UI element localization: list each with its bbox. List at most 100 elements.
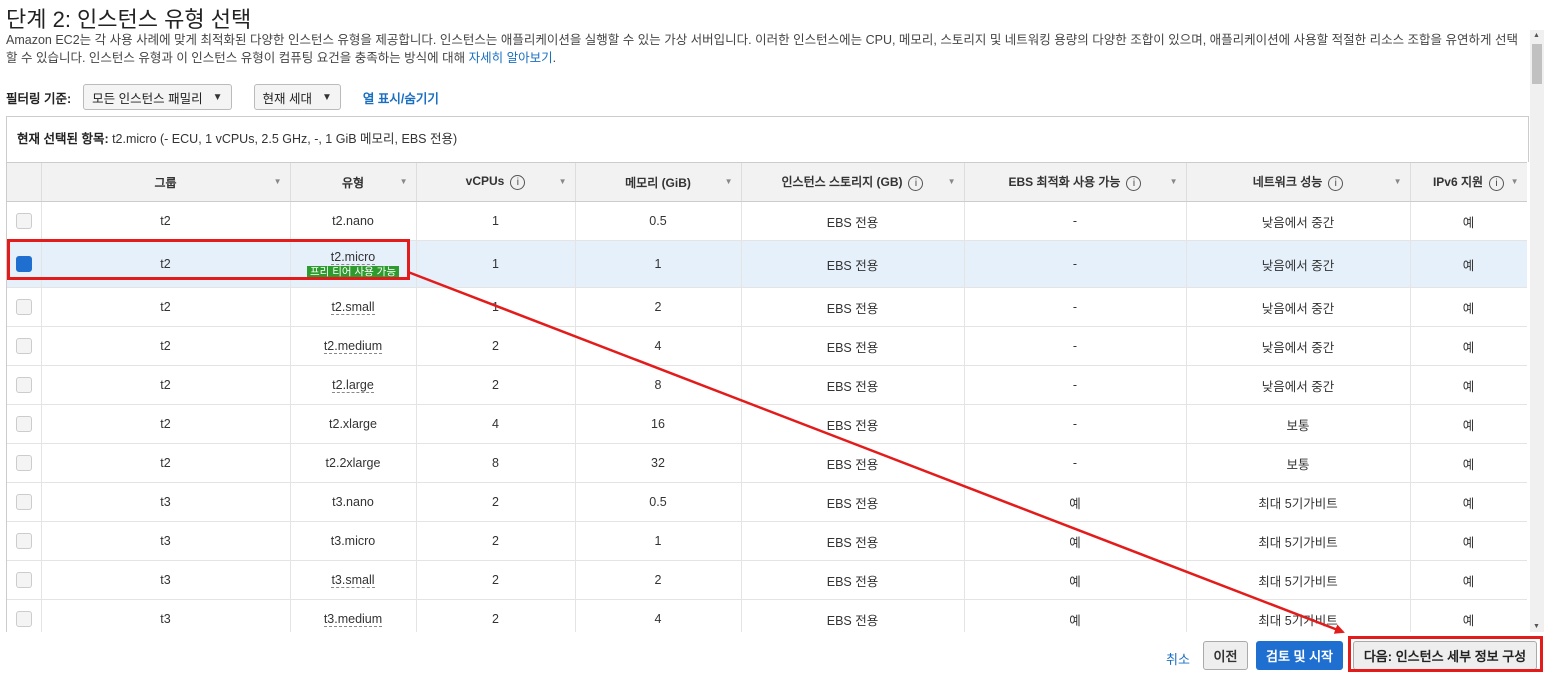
type-value[interactable]: t3.medium	[323, 612, 383, 627]
column-header-label: EBS 최적화 사용 가능	[1008, 175, 1121, 190]
network-value: 최대 5기가비트	[1258, 535, 1338, 550]
group-value: t2	[160, 339, 171, 353]
info-icon[interactable]: i	[510, 174, 526, 190]
scrollbar-thumb[interactable]	[1532, 44, 1542, 84]
table-row[interactable]: t2 t2.xlarge 4 16 EBS 전용 - 보통 예	[7, 404, 1527, 444]
type-value[interactable]: t2.xlarge	[329, 417, 377, 431]
info-icon[interactable]: i	[1489, 175, 1505, 191]
table-row[interactable]: t3 t3.nano 2 0.5 EBS 전용 예 최대 5기가비트 예	[7, 482, 1527, 522]
cancel-button[interactable]: 취소	[1166, 649, 1190, 668]
cell-type: t2.micro 프리 티어 사용 가능	[290, 240, 417, 288]
row-checkbox[interactable]	[15, 572, 32, 588]
cell-group: t2	[41, 240, 291, 288]
row-checkbox-cell	[7, 482, 42, 522]
ebs-value: -	[1072, 257, 1078, 271]
cell-ipv6: 예	[1410, 482, 1527, 522]
cell-ebs: -	[964, 287, 1187, 327]
storage-value: EBS 전용	[826, 340, 879, 355]
previous-button[interactable]: 이전	[1203, 641, 1248, 670]
table-row[interactable]: t2 t2.micro 프리 티어 사용 가능 1 1 EBS 전용 - 낮음에서 중간 예	[7, 240, 1527, 288]
row-checkbox[interactable]	[15, 455, 32, 471]
instance-family-select[interactable]: 모든 인스턴스 패밀리 ▼	[83, 84, 232, 110]
column-header-storage[interactable]: 인스턴스 스토리지 (GB) i ▼	[741, 163, 965, 202]
table-row[interactable]: t2 t2.small 1 2 EBS 전용 - 낮음에서 중간 예	[7, 287, 1527, 327]
table-row[interactable]: t2 t2.medium 2 4 EBS 전용 - 낮음에서 중간 예	[7, 326, 1527, 366]
table-row[interactable]: t2 t2.large 2 8 EBS 전용 - 낮음에서 중간 예	[7, 365, 1527, 405]
column-header-ebs-optimized[interactable]: EBS 최적화 사용 가능 i ▼	[964, 163, 1187, 202]
column-header-label: 인스턴스 스토리지 (GB)	[781, 175, 903, 190]
scroll-up-icon[interactable]: ▲	[1533, 32, 1540, 39]
cell-type: t2.xlarge	[290, 404, 417, 444]
row-checkbox[interactable]	[15, 611, 32, 627]
cell-storage: EBS 전용	[741, 240, 965, 288]
cell-memory: 1	[575, 521, 742, 561]
type-value[interactable]: t2.micro	[330, 249, 376, 265]
table-row[interactable]: t2 t2.2xlarge 8 32 EBS 전용 - 보통 예	[7, 443, 1527, 483]
sort-icon: ▼	[399, 177, 408, 186]
type-value[interactable]: t2.2xlarge	[326, 456, 381, 470]
row-checkbox[interactable]	[15, 213, 32, 229]
info-icon[interactable]: i	[1126, 175, 1142, 191]
type-value[interactable]: t2.large	[332, 378, 374, 393]
ebs-value: 예	[1069, 496, 1081, 511]
info-icon[interactable]: i	[908, 175, 924, 191]
type-value[interactable]: t3.nano	[332, 495, 374, 509]
generation-select[interactable]: 현재 세대 ▼	[253, 84, 341, 110]
row-checkbox[interactable]	[15, 256, 32, 272]
column-header-group[interactable]: 그룹 ▼	[41, 163, 291, 202]
column-header-ipv6[interactable]: IPv6 지원 i ▼	[1410, 163, 1527, 202]
cell-group: t3	[41, 599, 291, 632]
scroll-down-icon[interactable]: ▼	[1533, 623, 1540, 630]
table-header-row: 그룹 ▼ 유형 ▼ vCPUs i ▼ 메모리 (GiB) ▼ 인스턴스 스토리지 (GB…	[7, 163, 1527, 202]
network-value: 최대 5기가비트	[1258, 574, 1338, 589]
row-checkbox[interactable]	[15, 416, 32, 432]
table-row[interactable]: t3 t3.micro 2 1 EBS 전용 예 최대 5기가비트 예	[7, 521, 1527, 561]
ipv6-value: 예	[1462, 574, 1475, 589]
sort-icon: ▼	[1169, 177, 1178, 186]
cell-vcpus: 2	[416, 482, 576, 522]
vcpus-value: 8	[492, 456, 499, 470]
group-value: t2	[160, 214, 171, 228]
row-checkbox[interactable]	[15, 338, 32, 354]
row-checkbox[interactable]	[15, 533, 32, 549]
cell-storage: EBS 전용	[741, 287, 965, 327]
generation-value: 현재 세대	[262, 91, 312, 106]
type-value[interactable]: t3.micro	[331, 534, 375, 548]
table-row[interactable]: t2 t2.nano 1 0.5 EBS 전용 - 낮음에서 중간 예	[7, 201, 1527, 241]
cell-ebs: -	[964, 404, 1187, 444]
table-row[interactable]: t3 t3.small 2 2 EBS 전용 예 최대 5기가비트 예	[7, 560, 1527, 600]
cell-group: t2	[41, 404, 291, 444]
type-value[interactable]: t3.small	[331, 573, 375, 588]
network-value: 낮음에서 중간	[1261, 215, 1335, 230]
column-header-label: 메모리 (GiB)	[625, 175, 691, 190]
vcpus-value: 1	[492, 214, 499, 228]
row-checkbox[interactable]	[15, 377, 32, 393]
column-header-vcpus[interactable]: vCPUs i ▼	[416, 163, 576, 202]
learn-more-link[interactable]: 자세히 알아보기	[469, 51, 553, 65]
cell-ebs: 예	[964, 482, 1187, 522]
type-value[interactable]: t2.small	[331, 300, 375, 315]
column-header-type[interactable]: 유형 ▼	[290, 163, 417, 202]
type-value[interactable]: t2.nano	[332, 214, 374, 228]
info-icon[interactable]: i	[1328, 175, 1344, 191]
scrollbar[interactable]: ▲ ▼	[1530, 30, 1544, 632]
cell-storage: EBS 전용	[741, 443, 965, 483]
cell-ipv6: 예	[1410, 201, 1527, 241]
column-header-network[interactable]: 네트워크 성능 i ▼	[1186, 163, 1411, 202]
column-header-memory[interactable]: 메모리 (GiB) ▼	[575, 163, 742, 202]
ebs-value: -	[1072, 417, 1078, 431]
table-row[interactable]: t3 t3.medium 2 4 EBS 전용 예 최대 5기가비트 예	[7, 599, 1527, 632]
row-checkbox[interactable]	[15, 494, 32, 510]
cell-vcpus: 1	[416, 201, 576, 241]
column-header-label: IPv6 지원	[1432, 175, 1484, 190]
cell-ebs: 예	[964, 560, 1187, 600]
row-checkbox[interactable]	[15, 299, 32, 315]
type-value[interactable]: t2.medium	[323, 339, 383, 354]
next-configure-instance-button[interactable]: 다음: 인스턴스 세부 정보 구성	[1353, 641, 1537, 670]
cell-memory: 2	[575, 560, 742, 600]
review-and-launch-button[interactable]: 검토 및 시작	[1256, 641, 1343, 670]
cell-network: 보통	[1186, 404, 1411, 444]
sort-icon: ▼	[724, 177, 733, 186]
memory-value: 4	[654, 612, 662, 626]
show-hide-columns-link[interactable]: 열 표시/숨기기	[363, 88, 439, 107]
